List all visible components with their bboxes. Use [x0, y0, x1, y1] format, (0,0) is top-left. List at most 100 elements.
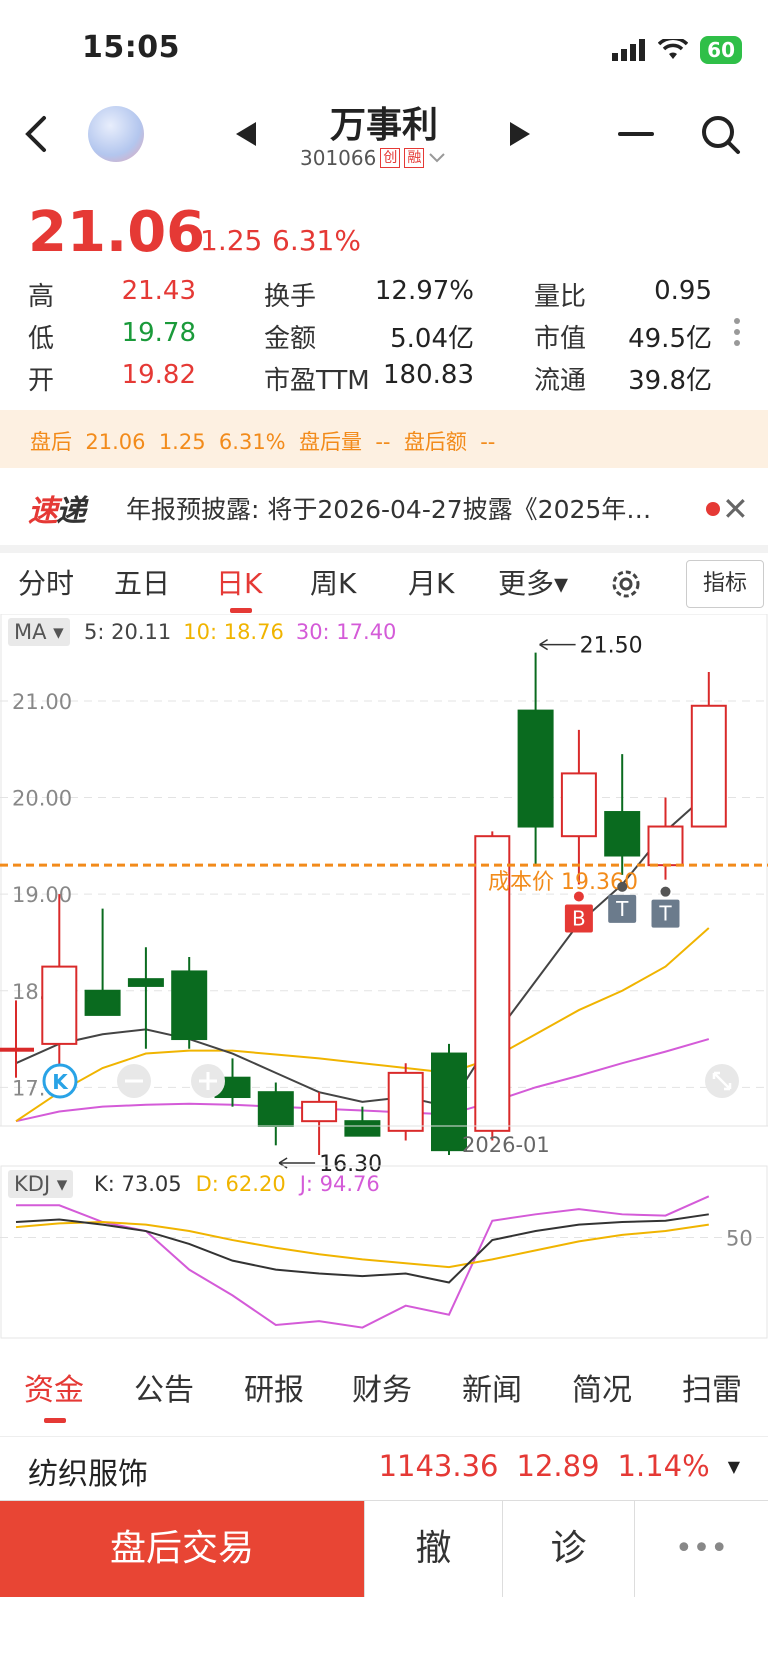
candle-body [690, 704, 727, 828]
tag-chuang: 创 [380, 148, 401, 168]
tag-rong: 融 [404, 148, 425, 168]
stat-label: 开 [28, 366, 55, 396]
tab-underline [230, 608, 252, 613]
diagnose-button[interactable]: 诊 [502, 1501, 634, 1597]
back-icon[interactable] [18, 112, 58, 156]
candle-body [604, 811, 641, 857]
kdj-selector[interactable]: KDJ ▾ [8, 1170, 74, 1198]
kdj-d-line [15, 1221, 709, 1269]
stat-value: 21.43 [121, 276, 196, 306]
cancel-order-button[interactable]: 撤 [364, 1501, 502, 1597]
candle-body [344, 1120, 381, 1137]
main-chart-frame [0, 614, 768, 1127]
marker-label: B [572, 906, 586, 930]
sector-name: 纺织服饰 [28, 1457, 148, 1492]
more-vertical-icon[interactable] [734, 318, 740, 351]
tab-caiwu[interactable]: 财务 [352, 1365, 412, 1409]
tab-fenshi[interactable]: 分时 [18, 562, 74, 602]
y-tick-label: 21.00 [12, 690, 72, 714]
news-text[interactable]: 年报预披露: 将于2026-04-27披露《2025年年度报告》 [126, 490, 666, 526]
marker-label: T [615, 897, 629, 921]
k-button-label: K [52, 1070, 69, 1094]
minus-icon[interactable] [618, 132, 654, 136]
ma-selector[interactable]: MA ▾ [8, 618, 70, 646]
battery-indicator: 60 [700, 36, 742, 64]
high-label: 21.50 [580, 634, 643, 659]
tab-zhouk[interactable]: 周K [310, 562, 356, 602]
ma10-line [15, 927, 710, 1123]
indicator-button[interactable]: 指标 [686, 560, 764, 608]
news-row[interactable]: 速递 年报预披露: 将于2026-04-27披露《2025年年度报告》 ✕ [0, 478, 768, 536]
kdj-j-value: J: 94.76 [299, 1172, 380, 1196]
ma-legend: 5: 20.11 10: 18.76 30: 17.40 [84, 620, 396, 644]
ma5-value: 5: 20.11 [84, 620, 172, 644]
kdj-d-value: D: 62.20 [195, 1172, 286, 1196]
stat-label: 换手 [264, 282, 317, 312]
x-axis-date: 2026-01 [462, 1133, 550, 1157]
candle-body [41, 965, 78, 1045]
kdj-legend: K: 73.05 D: 62.20 J: 94.76 [94, 1172, 380, 1196]
unread-dot [706, 502, 720, 516]
prev-stock-icon[interactable] [234, 120, 258, 148]
kdj-50-label: 50 [726, 1226, 753, 1250]
candle-body [301, 1100, 338, 1123]
ma10-value: 10: 18.76 [183, 620, 284, 644]
tab-saolei[interactable]: 扫雷 [682, 1365, 742, 1409]
divider [0, 545, 768, 553]
close-icon[interactable]: ✕ [722, 490, 749, 528]
cost-price-label: 成本价 19.360 [488, 870, 638, 895]
tab-gonggao[interactable]: 公告 [134, 1365, 194, 1409]
candle-body [560, 772, 597, 838]
tab-jiankuang[interactable]: 简况 [572, 1365, 632, 1409]
stat-value: 19.82 [121, 360, 196, 390]
stat-value: 19.78 [121, 318, 196, 348]
candle-body [647, 825, 684, 867]
sector-row[interactable]: 纺织服饰 1143.36 12.89 1.14% ▼ [0, 1436, 768, 1500]
stock-code: 301066 [300, 146, 377, 170]
wifi-icon [658, 39, 689, 59]
stat-value: 12.97% [374, 276, 474, 306]
stat-label: 金额 [264, 324, 317, 354]
tab-yuek[interactable]: 月K [408, 562, 454, 602]
kline-chart[interactable]: 21.0020.0019.0018.0017.00成本价 19.360BTT21… [0, 614, 768, 1344]
chart-tabs: 分时 五日 日K 周K 月K 更多▾ [0, 562, 768, 613]
info-tab-underline [44, 1418, 66, 1423]
candle-body [84, 989, 121, 1016]
stat-label: 低 [28, 324, 55, 354]
kdj-j-line [16, 1195, 710, 1329]
tab-rik[interactable]: 日K [216, 562, 262, 602]
sector-change: 12.89 [516, 1449, 600, 1483]
chevron-down-icon[interactable] [428, 152, 446, 164]
news-logo: 速递 [28, 494, 86, 529]
tab-more[interactable]: 更多▾ [498, 562, 568, 602]
action-bar: 盘后交易 撤 诊 ••• [0, 1500, 768, 1597]
current-price: 21.06 [28, 200, 206, 265]
price-change-pct: 6.31% [272, 224, 361, 257]
stat-label: 市值 [534, 324, 587, 354]
caret-down-icon[interactable]: ▼ [728, 1457, 740, 1476]
stat-value: 0.95 [654, 276, 712, 306]
info-tabs: 资金 公告 研报 财务 新闻 简况 扫雷 [0, 1365, 768, 1425]
candle-body [127, 978, 164, 987]
status-icons: 60 [612, 36, 742, 64]
next-stock-icon[interactable] [508, 120, 532, 148]
candle-body [517, 709, 554, 828]
more-actions-button[interactable]: ••• [634, 1501, 768, 1597]
kdj-k-line [15, 1213, 709, 1284]
tab-zijin[interactable]: 资金 [24, 1365, 84, 1409]
tab-xinwen[interactable]: 新闻 [462, 1365, 522, 1409]
marker-dot [573, 891, 584, 902]
sector-values: 1143.36 12.89 1.14% ▼ [379, 1449, 740, 1483]
tab-wuri[interactable]: 五日 [114, 562, 170, 602]
tab-yanbao[interactable]: 研报 [244, 1365, 304, 1409]
gear-icon[interactable] [608, 566, 644, 602]
avatar[interactable] [88, 106, 144, 162]
stat-value: 180.83 [383, 360, 474, 390]
candle-body [171, 970, 208, 1041]
search-icon[interactable] [700, 114, 742, 156]
after-hours-trade-button[interactable]: 盘后交易 [0, 1501, 364, 1597]
sector-index: 1143.36 [378, 1449, 499, 1483]
marker-dot [617, 881, 628, 892]
kdj-k-value: K: 73.05 [94, 1172, 182, 1196]
marker-label: T [658, 902, 672, 926]
